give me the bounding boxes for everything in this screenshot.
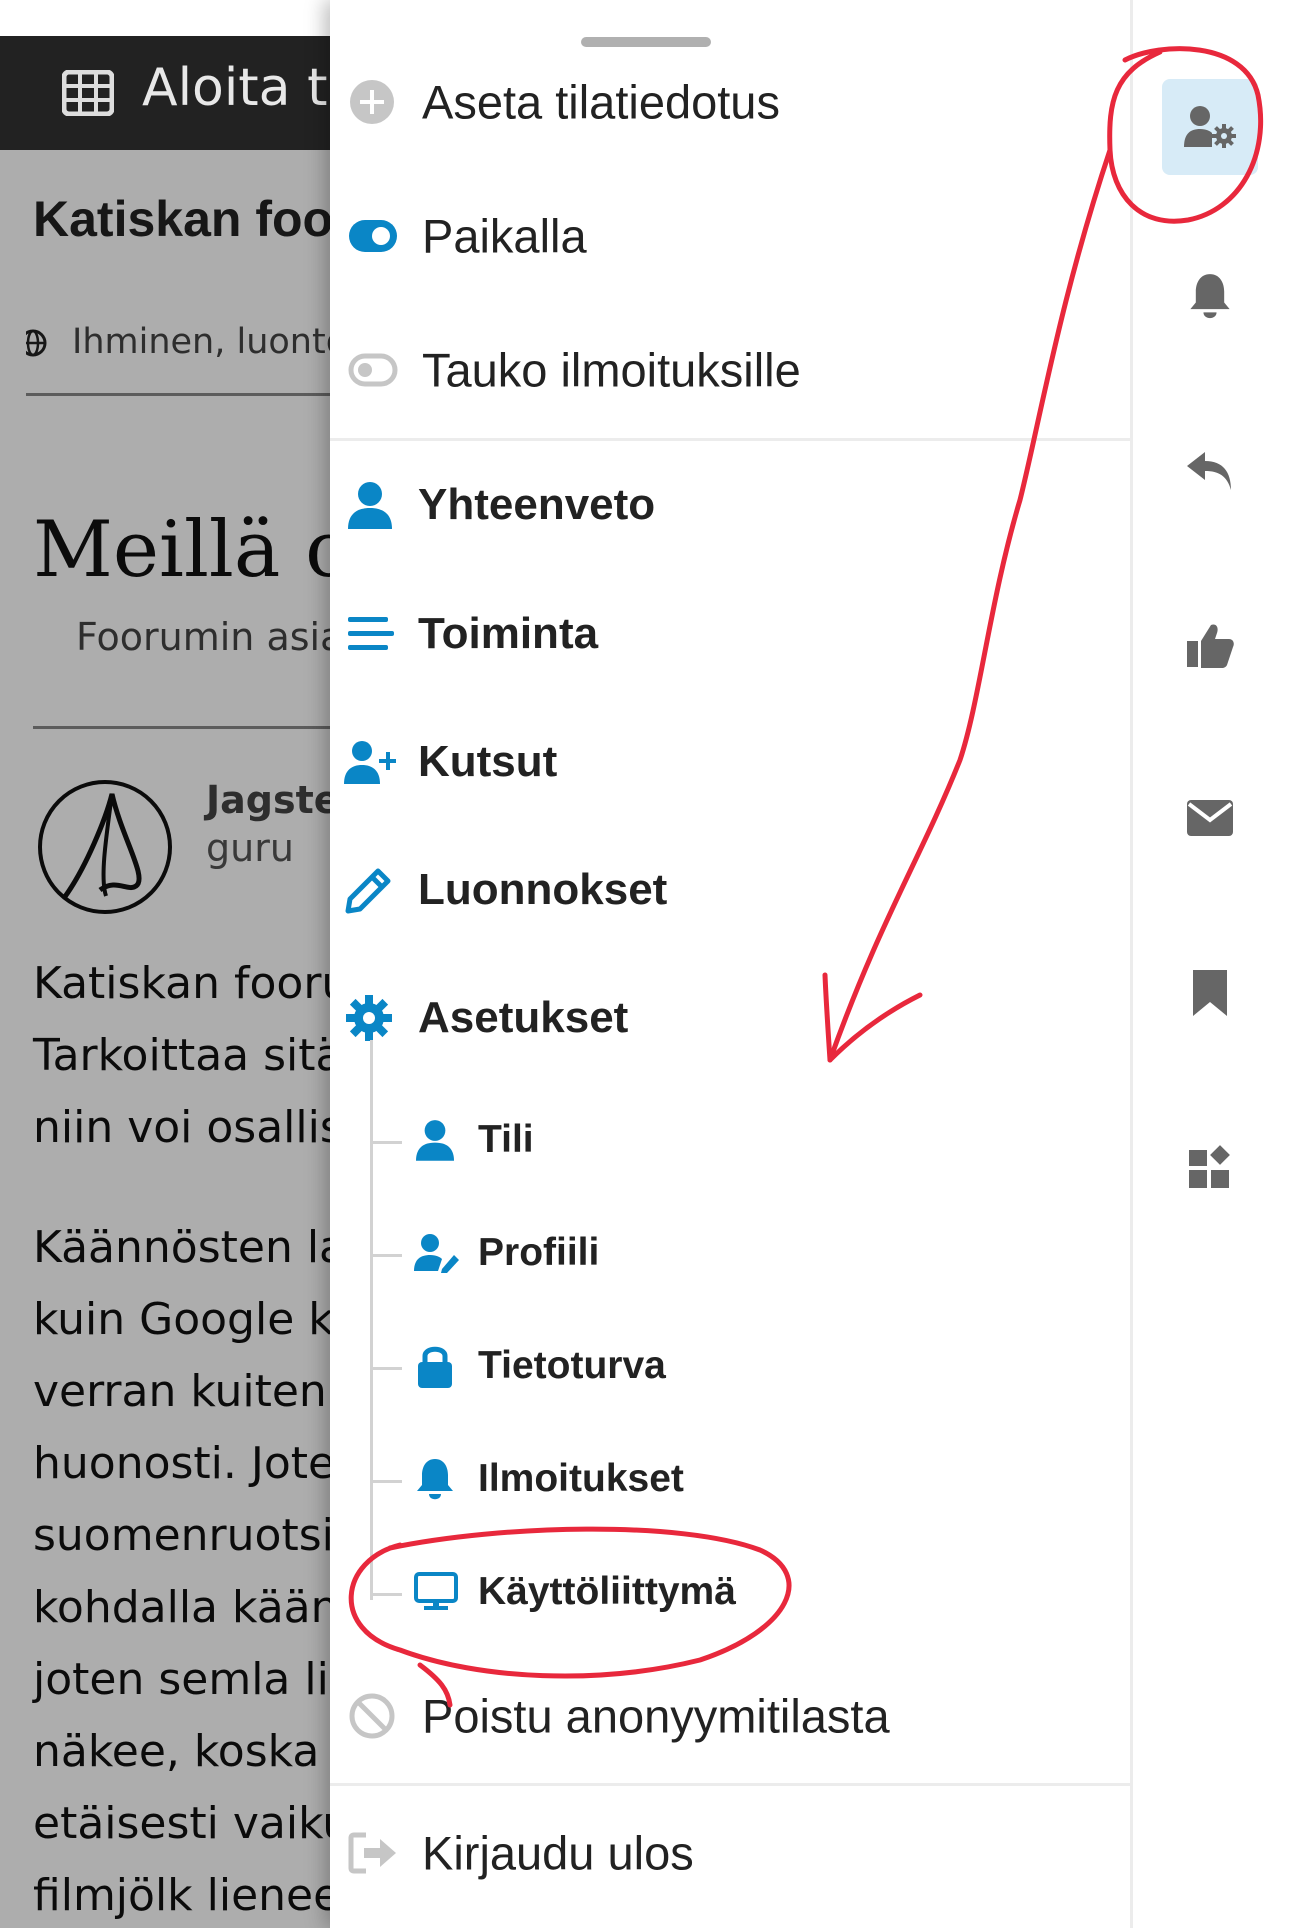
user-pen-icon <box>414 1234 459 1273</box>
sign-out-icon <box>348 1832 396 1874</box>
tab-likes[interactable] <box>1170 605 1250 685</box>
menu-item-preferences[interactable]: Asetukset <box>330 968 1130 1068</box>
divider <box>330 1783 1130 1786</box>
menu-item-pause-notifications[interactable]: Tauko ilmoituksille <box>330 320 1130 420</box>
drag-handle[interactable] <box>581 37 711 47</box>
new-topic-title[interactable]: Aloita tä <box>142 58 359 118</box>
bell-icon <box>417 1459 453 1500</box>
rail-divider <box>1130 0 1133 1928</box>
menu-item-label: Tauko ilmoituksille <box>422 343 801 397</box>
menu-item-label: Kirjaudu ulos <box>422 1826 694 1880</box>
toggle-on-icon <box>349 220 397 252</box>
gear-icon <box>346 995 392 1041</box>
menu-item-set-status[interactable]: Aseta tilatiedotus <box>330 52 1130 152</box>
menu-item-label: Tietoturva <box>478 1344 666 1387</box>
menu-item-invites[interactable]: Kutsut <box>330 712 1130 812</box>
tab-user-menu[interactable] <box>1162 79 1258 175</box>
menu-item-notifications[interactable]: Ilmoitukset <box>330 1429 1130 1529</box>
widgets-icon <box>1189 1145 1230 1188</box>
divider <box>330 438 1130 441</box>
menu-item-profile[interactable]: Profiili <box>330 1203 1130 1303</box>
tab-replies[interactable] <box>1170 430 1250 510</box>
menu-item-logout[interactable]: Kirjaudu ulos <box>330 1803 1130 1903</box>
menu-item-label: Luonnokset <box>418 865 668 914</box>
menu-item-label: Paikalla <box>422 209 587 263</box>
tab-messages[interactable] <box>1170 778 1250 858</box>
menu-item-account[interactable]: Tili <box>330 1090 1130 1190</box>
lines-icon <box>348 617 394 650</box>
lock-icon <box>418 1346 452 1388</box>
menu-item-activity[interactable]: Toiminta <box>330 584 1130 684</box>
menu-item-drafts[interactable]: Luonnokset <box>330 840 1130 940</box>
menu-item-label: Profiili <box>478 1231 600 1274</box>
grid-icon <box>62 70 114 116</box>
menu-item-label: Yhteenveto <box>418 480 656 529</box>
menu-item-label: Toiminta <box>418 609 599 658</box>
user-gear-icon <box>1184 106 1236 148</box>
menu-item-label: Ilmoitukset <box>478 1457 684 1500</box>
menu-item-label: Tili <box>478 1118 534 1161</box>
envelope-icon <box>1187 800 1233 836</box>
menu-item-leave-anonymous[interactable]: Poistu anonyymitilasta <box>330 1666 1130 1766</box>
user-icon <box>348 482 392 529</box>
tab-notifications[interactable] <box>1170 256 1250 336</box>
tab-other[interactable] <box>1170 1127 1250 1207</box>
menu-item-label: Käyttöliittymä <box>478 1570 736 1613</box>
user-icon <box>416 1120 454 1161</box>
menu-item-security[interactable]: Tietoturva <box>330 1316 1130 1416</box>
user-plus-icon <box>344 741 396 784</box>
bell-icon <box>1190 274 1230 319</box>
user-menu-panel: Aseta tilatiedotus Paikalla Tauko ilmoit… <box>330 0 1290 1928</box>
menu-item-label: Poistu anonyymitilasta <box>422 1689 890 1743</box>
menu-item-interface[interactable]: Käyttöliittymä <box>330 1542 1130 1642</box>
bookmark-icon <box>1193 970 1227 1016</box>
ban-icon <box>349 1693 395 1739</box>
menu-item-label: Kutsut <box>418 737 558 786</box>
thumbs-up-icon <box>1187 624 1234 668</box>
plus-circle-icon <box>350 80 394 124</box>
monitor-icon <box>414 1572 458 1610</box>
menu-item-label: Aseta tilatiedotus <box>422 75 780 129</box>
pencil-icon <box>345 868 391 914</box>
reply-icon <box>1187 452 1231 490</box>
menu-item-summary[interactable]: Yhteenveto <box>330 455 1130 555</box>
menu-item-online[interactable]: Paikalla <box>330 186 1130 286</box>
toggle-off-icon <box>348 353 398 387</box>
tab-bookmarks[interactable] <box>1170 953 1250 1033</box>
menu-item-label: Asetukset <box>418 993 629 1042</box>
